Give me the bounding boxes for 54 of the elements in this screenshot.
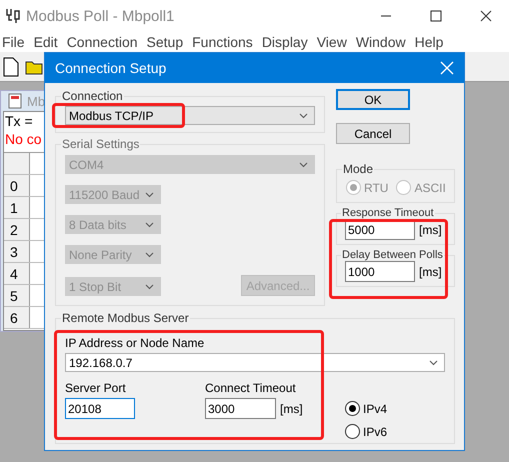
row-number: 5 (4, 285, 30, 306)
dialog-button[interactable]: Cancel (336, 123, 410, 144)
group-label: Serial Settings (61, 137, 140, 151)
field-label: Connect Timeout (205, 381, 296, 395)
row-number: 4 (4, 263, 30, 284)
document-icon (7, 93, 23, 109)
status-text: Tx = (4, 112, 33, 130)
chevron-icon (145, 284, 154, 290)
menu-item[interactable]: Functions (192, 34, 253, 50)
field-label: Server Port (65, 381, 126, 395)
group-label: Mode (342, 162, 374, 176)
connection-dropdown[interactable]: Modbus TCP/IP (65, 106, 315, 125)
chevron-icon (299, 162, 308, 168)
chevron-icon (145, 252, 154, 258)
window-title: Modbus Poll - Mbpoll1 (26, 8, 176, 24)
menu-item[interactable]: Help (414, 34, 444, 50)
input-field[interactable]: 3000 (205, 398, 276, 419)
dialog-button[interactable]: OK (336, 89, 410, 110)
input-field[interactable]: 1000 (345, 261, 415, 282)
child-window-title: Mb (27, 94, 46, 108)
row-number: 6 (4, 307, 30, 328)
radio-button[interactable]: IPv6 (345, 424, 388, 439)
menu-item[interactable]: Connection (66, 34, 138, 50)
error-message: No co (4, 130, 42, 148)
unit-label: [ms] (419, 264, 442, 278)
menu-item[interactable]: Setup (146, 34, 184, 50)
chevron-icon (429, 360, 438, 366)
group-label: Remote Modbus Server (61, 311, 190, 325)
dialog-title: Connection Setup (55, 60, 166, 76)
address-dropdown[interactable]: 192.168.0.7 (65, 353, 445, 372)
menu-item[interactable]: File (2, 34, 25, 50)
menu-item[interactable]: Window (356, 34, 406, 50)
group-label: Response Timeout (341, 207, 435, 219)
group-label: Connection (61, 89, 124, 103)
input-field[interactable]: 20108 (65, 398, 135, 419)
menu-item[interactable]: View (316, 34, 347, 50)
folder-icon[interactable] (25, 58, 43, 74)
group-label: Delay Between Polls (341, 249, 444, 261)
unit-label: [ms] (419, 222, 442, 236)
unit-label: [ms] (280, 402, 303, 416)
row-number: 0 (4, 175, 30, 196)
field-label: IP Address or Node Name (65, 336, 204, 350)
chevron-icon (145, 192, 154, 198)
chevron-icon (145, 222, 154, 228)
new-file-icon[interactable] (3, 56, 19, 76)
close-icon[interactable] (440, 61, 454, 75)
row-number: 1 (4, 197, 30, 218)
app-icon (4, 7, 22, 25)
row-number: 3 (4, 241, 30, 262)
menu-item[interactable]: Edit (34, 34, 58, 50)
radio-button[interactable]: IPv4 (345, 401, 388, 416)
chevron-icon (299, 112, 308, 118)
menu-item[interactable]: Display (262, 34, 308, 50)
row-number: 2 (4, 219, 30, 240)
